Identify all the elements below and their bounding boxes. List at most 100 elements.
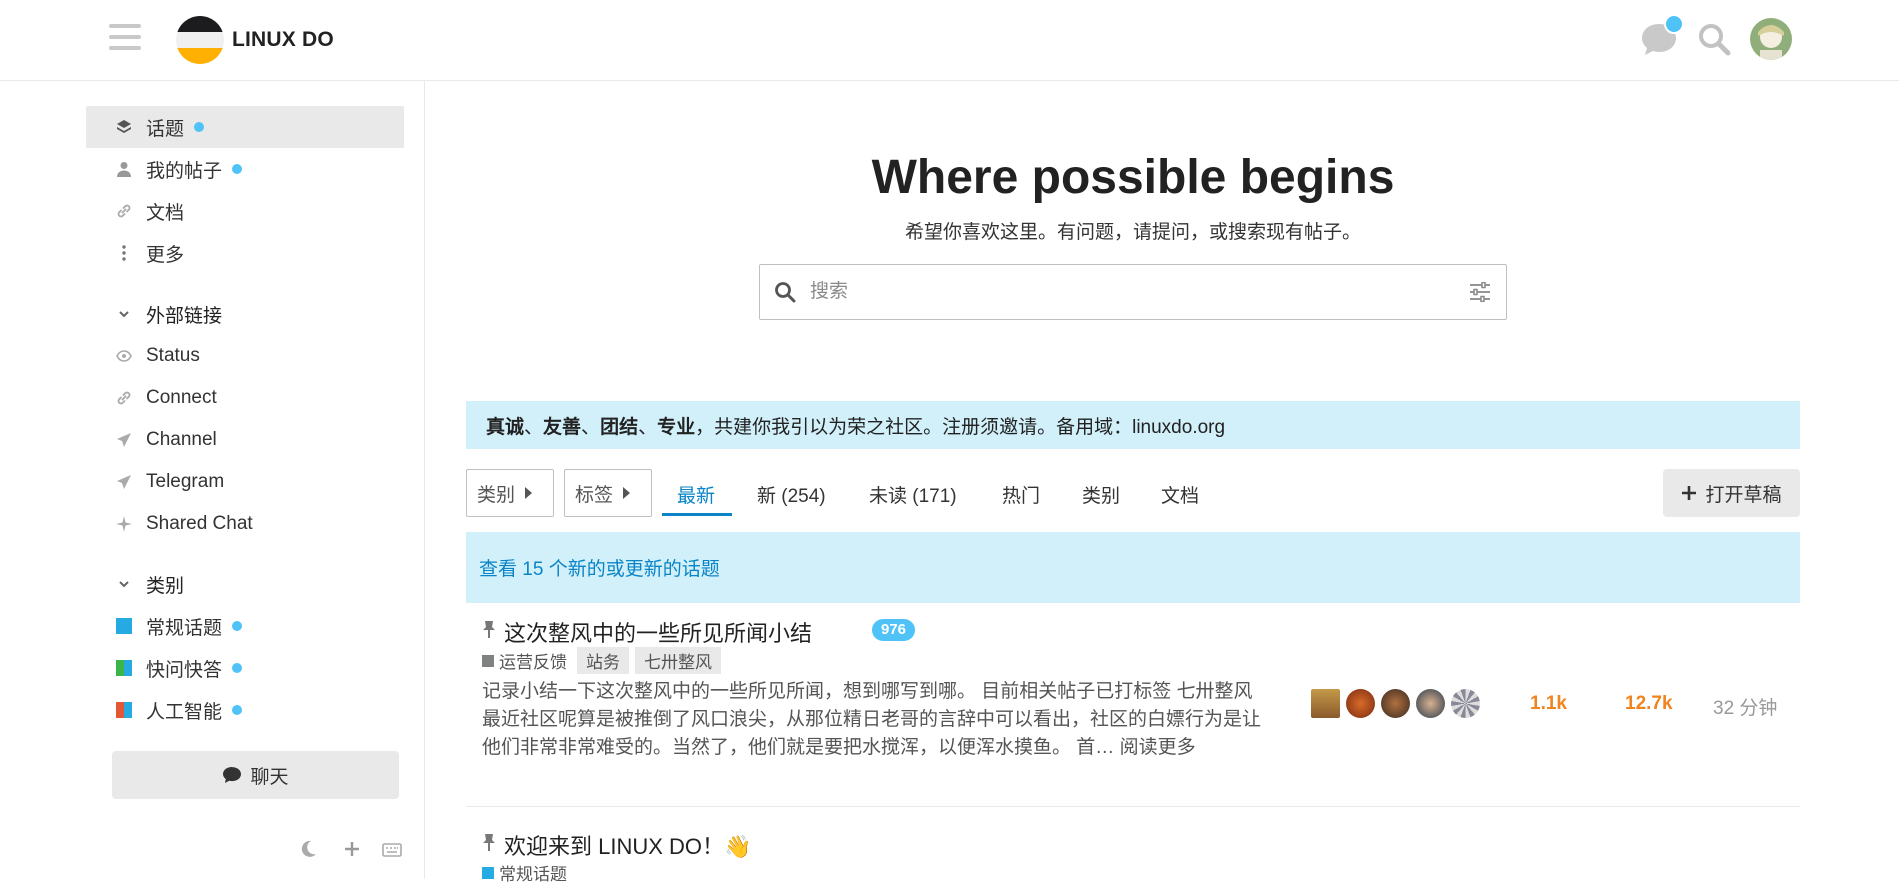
sidebar-item-label: Telegram [146, 471, 225, 492]
category-dropdown-label: 类别 [477, 484, 516, 506]
sidebar-section-categories[interactable]: 类别 [86, 563, 404, 605]
topic-row: 这次整风中的一些所见所闻小结 976 运营反馈 站务 七卅整风 记录小结一下这次… [466, 603, 1800, 806]
topic-meta: 常规话题 [482, 860, 577, 885]
moon-icon[interactable] [298, 839, 318, 859]
layers-icon [116, 119, 132, 135]
topic-title[interactable]: 欢迎来到 LINUX DO！👋 [504, 829, 751, 861]
sidebar-item-status[interactable]: Status [86, 335, 404, 377]
sparkle-icon [116, 516, 132, 532]
caret-right-icon [525, 487, 533, 499]
sidebar-item-telegram[interactable]: Telegram [86, 461, 404, 503]
tab-new[interactable]: 新 (254) [757, 481, 826, 508]
link-icon [116, 390, 132, 406]
poster-avatar[interactable] [1451, 689, 1480, 718]
link-icon [116, 203, 132, 219]
sidebar-item-label: 文档 [146, 202, 185, 224]
unread-dot [232, 164, 243, 174]
sidebar-item-label: 话题 [146, 118, 185, 140]
sidebar-item-channel[interactable]: Channel [86, 419, 404, 461]
sidebar-category-ai[interactable]: 人工智能 [86, 689, 404, 731]
eye-icon [116, 348, 132, 364]
caret-right-icon [623, 487, 631, 499]
sidebar-item-topics[interactable]: 话题 [86, 106, 404, 148]
topic-navbar: 类别 标签 最新 新 (254) 未读 (171) 热门 类别 文档 打开草稿 [466, 469, 1800, 517]
sidebar: 话题 我的帖子 文档 更多 外部链接 Status Connect Channe… [0, 81, 425, 879]
hero-subtitle: 希望你喜欢这里。有问题，请提问，或搜索现有帖子。 [904, 222, 1361, 243]
views-count: 12.7k [1625, 693, 1673, 714]
tab-hot[interactable]: 热门 [1002, 481, 1040, 508]
banner-separator: 、 [581, 416, 601, 438]
tab-docs[interactable]: 文档 [1161, 481, 1199, 508]
tab-categories[interactable]: 类别 [1082, 481, 1120, 508]
sidebar-category-general[interactable]: 常规话题 [86, 605, 404, 647]
replies-count[interactable]: 1.1k [1530, 693, 1567, 715]
tab-latest[interactable]: 最新 [677, 481, 715, 508]
banner-emphasis: 友善 [543, 416, 582, 438]
activity-time[interactable]: 32 分钟 [1713, 693, 1777, 720]
pin-icon [483, 834, 495, 851]
unread-dot [232, 705, 243, 715]
topic-excerpt: 记录小结一下这次整风中的一些所见所闻，想到哪写到哪。 目前相关帖子已打标签 七卅… [482, 678, 1272, 762]
sidebar-category-quick-qa[interactable]: 快问快答 [86, 647, 404, 689]
banner-emphasis: 真诚 [486, 416, 525, 438]
sidebar-item-label: 快问快答 [146, 659, 223, 681]
sidebar-item-label: 更多 [146, 244, 185, 266]
section-title: 外部链接 [146, 305, 223, 327]
tab-unread[interactable]: 未读 (171) [869, 481, 957, 508]
sidebar-item-label: 我的帖子 [146, 160, 223, 182]
category-label: 常规话题 [499, 865, 567, 884]
chat-button-label: 聊天 [250, 766, 289, 788]
tag[interactable]: 七卅整风 [635, 647, 721, 674]
poster-avatar[interactable] [1346, 689, 1375, 718]
hero-title: Where possible begins [871, 151, 1395, 204]
sidebar-item-my-posts[interactable]: 我的帖子 [86, 148, 404, 190]
chat-button[interactable]: 聊天 [112, 751, 399, 799]
category-square-icon [116, 702, 132, 718]
hamburger-menu-icon[interactable] [109, 24, 141, 54]
comment-icon [223, 767, 242, 783]
chevron-down-icon [116, 306, 132, 322]
category-square-icon [116, 618, 132, 634]
category-color-square [482, 866, 494, 879]
poster-avatar[interactable] [1416, 689, 1445, 718]
tag[interactable]: 站务 [577, 647, 629, 674]
sidebar-item-label: 人工智能 [146, 701, 223, 723]
poster-avatar[interactable] [1381, 689, 1410, 718]
topic-meta: 运营反馈 站务 七卅整风 [482, 647, 727, 674]
sidebar-item-more[interactable]: 更多 [86, 232, 404, 274]
open-draft-button[interactable]: 打开草稿 [1663, 469, 1800, 517]
draft-button-label: 打开草稿 [1705, 484, 1782, 506]
banner-emphasis: 团结 [600, 416, 639, 438]
category-badge[interactable]: 运营反馈 [482, 648, 567, 673]
category-badge[interactable]: 常规话题 [482, 860, 567, 885]
new-topics-notice[interactable]: 查看 15 个新的或更新的话题 [466, 532, 1800, 603]
unread-count-badge[interactable]: 976 [872, 619, 916, 641]
paper-plane-icon [116, 474, 132, 490]
topic-posters [1311, 689, 1486, 718]
category-dropdown[interactable]: 类别 [466, 469, 554, 517]
sidebar-item-connect[interactable]: Connect [86, 377, 404, 419]
sidebar-section-external-links[interactable]: 外部链接 [86, 293, 404, 335]
search-input[interactable] [808, 273, 1432, 311]
search-icon[interactable] [1697, 22, 1731, 56]
tag-dropdown-label: 标签 [575, 484, 614, 506]
site-title[interactable]: LINUX DO [232, 28, 334, 52]
unread-dot [194, 122, 205, 132]
search-box[interactable] [759, 264, 1507, 320]
site-header: LINUX DO [0, 0, 1899, 81]
topic-title[interactable]: 这次整风中的一些所见所闻小结 [504, 616, 812, 648]
sidebar-item-shared-chat[interactable]: Shared Chat [86, 503, 404, 545]
sidebar-item-docs[interactable]: 文档 [86, 190, 404, 232]
category-square-icon [116, 660, 132, 676]
banner-text: ，共建你我引以为荣之社区。注册须邀请。备用域：linuxdo.org [695, 416, 1226, 438]
user-avatar[interactable] [1750, 18, 1792, 60]
plus-icon[interactable] [343, 840, 361, 858]
poster-avatar[interactable] [1311, 689, 1340, 718]
tag-dropdown[interactable]: 标签 [564, 469, 652, 517]
search-filter-icon[interactable] [1469, 282, 1491, 302]
read-more-link[interactable]: 阅读更多 [1120, 737, 1196, 758]
keyboard-icon[interactable] [382, 843, 402, 857]
plus-icon [1682, 486, 1697, 500]
linux-do-logo[interactable] [176, 14, 224, 66]
banner-emphasis: 专业 [657, 416, 696, 438]
